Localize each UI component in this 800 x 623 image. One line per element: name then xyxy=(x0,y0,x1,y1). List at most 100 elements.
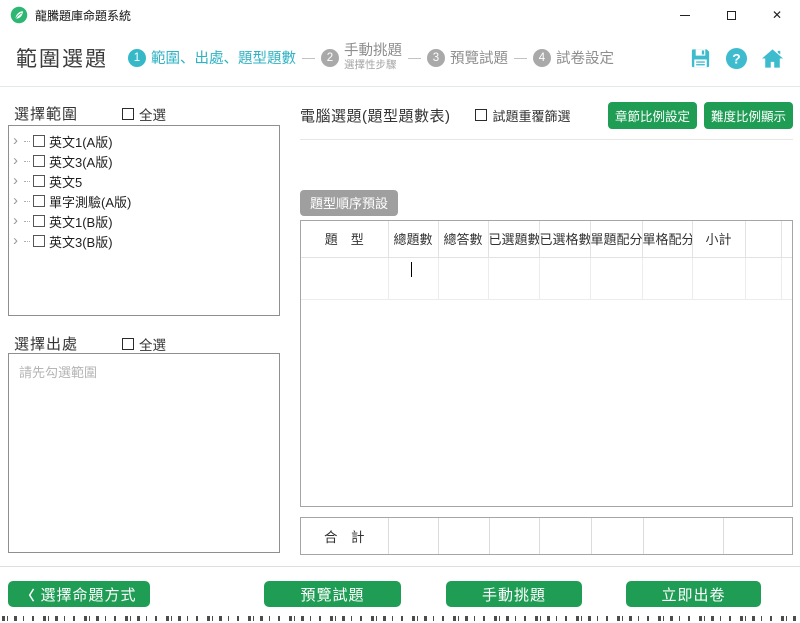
source-list-box[interactable]: 請先勾選範圍 xyxy=(8,353,280,553)
source-select-all[interactable]: 全選 xyxy=(122,334,166,354)
expand-chevron-icon[interactable]: › xyxy=(13,216,23,226)
step-2-manual-pick[interactable]: 2 手動挑題 選擇性步驟 xyxy=(321,44,402,71)
source-placeholder-text: 請先勾選範圍 xyxy=(19,365,97,380)
range-select-all-label: 全選 xyxy=(139,104,166,124)
close-icon[interactable]: ✕ xyxy=(754,0,800,30)
app-window: 龍騰題庫命題系統 ✕ 範圍選題 1 範圍、出處、題型題數 — 2 手動挑題 選擇… xyxy=(0,0,800,623)
difficulty-ratio-button[interactable]: 難度比例顯示 xyxy=(704,102,793,129)
maximize-icon[interactable] xyxy=(708,0,754,30)
tree-item-eng1a[interactable]: › 英文1(A版) xyxy=(9,131,279,151)
totals-table: 合 計 xyxy=(300,517,793,555)
col-subtotal: 小計 xyxy=(692,221,745,257)
chapter-ratio-button[interactable]: 章節比例設定 xyxy=(608,102,697,129)
tree-item-eng3a[interactable]: › 英文3(A版) xyxy=(9,151,279,171)
totals-row: 合 計 xyxy=(301,518,792,554)
minimize-icon[interactable] xyxy=(662,0,708,30)
tree-item-eng3b[interactable]: › 英文3(B版) xyxy=(9,231,279,251)
preview-questions-button[interactable]: 預覽試題 xyxy=(264,581,401,607)
tree-item-eng5[interactable]: › 英文5 xyxy=(9,171,279,191)
tree-checkbox[interactable] xyxy=(33,135,45,147)
step-2-badge: 2 xyxy=(321,49,339,67)
col-selected-blanks: 已選格數 xyxy=(539,221,590,257)
header-action-icons: ? xyxy=(689,47,784,70)
duplicate-filter[interactable]: 試題重覆篩選 xyxy=(475,106,571,125)
totals-cell xyxy=(388,518,438,554)
back-to-method-button[interactable]: 〈 選擇命題方式 xyxy=(8,581,150,607)
step-3-label: 預覽試題 xyxy=(450,47,508,68)
cell-selected-blanks[interactable] xyxy=(539,257,590,299)
home-icon[interactable] xyxy=(761,47,784,70)
cell-empty xyxy=(745,257,781,299)
tree-item-label[interactable]: 單字測驗(A版) xyxy=(49,192,131,211)
cell-selected-questions[interactable] xyxy=(488,257,539,299)
type-order-preset-button[interactable]: 題型順序預設 xyxy=(300,190,398,216)
step-1-label: 範圍、出處、題型題數 xyxy=(151,47,296,68)
col-empty xyxy=(781,221,792,257)
expand-chevron-icon[interactable]: › xyxy=(13,196,23,206)
cell-total-answers[interactable] xyxy=(438,257,488,299)
range-section-title: 選擇範圍 xyxy=(14,103,78,124)
window-controls: ✕ xyxy=(662,0,800,30)
section-divider xyxy=(300,139,793,140)
computer-selection-title: 電腦選題(題型題數表) xyxy=(300,105,451,126)
col-total-answers: 總答數 xyxy=(438,221,488,257)
range-section-header: 選擇範圍 全選 xyxy=(14,103,166,124)
step-1-badge: 1 xyxy=(128,49,146,67)
duplicate-filter-label: 試題重覆篩選 xyxy=(493,106,571,125)
cell-points-per-question[interactable] xyxy=(590,257,642,299)
step-separator: — xyxy=(408,50,421,65)
expand-chevron-icon[interactable]: › xyxy=(13,156,23,166)
tree-item-vocab-a[interactable]: › 單字測驗(A版) xyxy=(9,191,279,211)
tree-item-label[interactable]: 英文3(B版) xyxy=(49,232,113,251)
tree-item-label[interactable]: 英文5 xyxy=(49,172,82,191)
expand-chevron-icon[interactable]: › xyxy=(13,176,23,186)
col-total-questions: 總題數 xyxy=(388,221,438,257)
col-points-per-blank: 單格配分 xyxy=(642,221,692,257)
totals-cell xyxy=(723,518,792,554)
tree-checkbox[interactable] xyxy=(33,235,45,247)
svg-text:?: ? xyxy=(732,50,740,66)
tree-checkbox[interactable] xyxy=(33,175,45,187)
range-select-all-checkbox[interactable] xyxy=(122,108,134,120)
step-3-preview[interactable]: 3 預覽試題 xyxy=(427,47,508,68)
totals-cell xyxy=(489,518,539,554)
clipped-bottom-content xyxy=(2,615,798,623)
step-wizard: 1 範圍、出處、題型題數 — 2 手動挑題 選擇性步驟 — 3 預覽試題 — 4… xyxy=(128,44,614,71)
generate-paper-button[interactable]: 立即出卷 xyxy=(626,581,761,607)
cell-total-questions-input[interactable] xyxy=(388,257,438,299)
step-separator: — xyxy=(302,50,315,65)
save-icon[interactable] xyxy=(689,47,712,70)
tree-checkbox[interactable] xyxy=(33,215,45,227)
range-tree: › 英文1(A版) › 英文3(A版) › 英文5 › 單字測驗(A版) › 英… xyxy=(8,125,280,316)
cell-subtotal[interactable] xyxy=(692,257,745,299)
totals-cell xyxy=(539,518,591,554)
title-bar: 龍騰題庫命題系統 ✕ xyxy=(0,0,800,30)
page-header: 範圍選題 1 範圍、出處、題型題數 — 2 手動挑題 選擇性步驟 — 3 預覽試… xyxy=(0,30,800,87)
col-selected-questions: 已選題數 xyxy=(488,221,539,257)
tree-item-eng1b[interactable]: › 英文1(B版) xyxy=(9,211,279,231)
step-2-label: 手動挑題 xyxy=(344,44,402,60)
expand-chevron-icon[interactable]: › xyxy=(13,236,23,246)
table-row xyxy=(301,257,792,299)
back-chevron-icon: 〈 xyxy=(21,585,35,604)
step-4-paper-settings[interactable]: 4 試卷設定 xyxy=(533,47,614,68)
step-4-badge: 4 xyxy=(533,49,551,67)
tree-item-label[interactable]: 英文3(A版) xyxy=(49,152,113,171)
source-select-all-checkbox[interactable] xyxy=(122,338,134,350)
step-1-range[interactable]: 1 範圍、出處、題型題數 xyxy=(128,47,296,68)
cell-points-per-blank[interactable] xyxy=(642,257,692,299)
tree-checkbox[interactable] xyxy=(33,195,45,207)
tree-item-label[interactable]: 英文1(A版) xyxy=(49,132,113,151)
expand-chevron-icon[interactable]: › xyxy=(13,136,23,146)
back-button-label: 選擇命題方式 xyxy=(41,584,137,605)
manual-pick-button[interactable]: 手動挑題 xyxy=(446,581,582,607)
source-section-title: 選擇出處 xyxy=(14,333,78,354)
tree-item-label[interactable]: 英文1(B版) xyxy=(49,212,113,231)
step-3-badge: 3 xyxy=(427,49,445,67)
tree-checkbox[interactable] xyxy=(33,155,45,167)
footer-divider xyxy=(0,566,800,567)
help-icon[interactable]: ? xyxy=(725,47,748,70)
cell-question-type[interactable] xyxy=(301,257,388,299)
range-select-all[interactable]: 全選 xyxy=(122,104,166,124)
duplicate-filter-checkbox[interactable] xyxy=(475,109,487,121)
